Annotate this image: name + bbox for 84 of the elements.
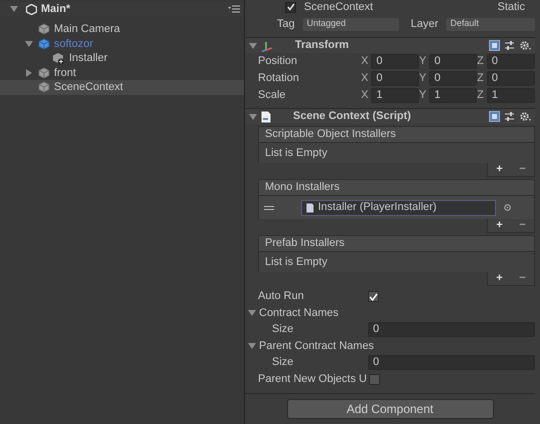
component-header[interactable]: Transform — [245, 37, 535, 53]
axes-icon — [261, 40, 273, 52]
expand-arrow-icon[interactable] — [248, 342, 256, 350]
property-label: Parent New Objects U — [258, 372, 368, 388]
axis-label: Z — [477, 88, 484, 104]
number-field[interactable]: 1 — [371, 88, 419, 103]
list-header: Prefab Installers — [258, 235, 535, 252]
property-label: Size — [272, 322, 294, 338]
sliders-icon[interactable] — [504, 40, 515, 51]
add-item-button[interactable]: + — [496, 161, 503, 178]
scene-name: Main* — [41, 2, 70, 17]
cube-icon — [38, 23, 50, 36]
script-file-icon — [261, 110, 271, 122]
axis-label: Y — [419, 71, 426, 86]
cube-icon — [38, 38, 50, 50]
checkbox[interactable] — [368, 374, 380, 385]
axis-label: Y — [419, 88, 426, 104]
number-field[interactable]: 0 — [486, 54, 535, 69]
number-field[interactable]: 0 — [368, 322, 535, 337]
add-item-button[interactable]: + — [496, 217, 503, 234]
number-field[interactable]: 0 — [371, 54, 419, 69]
collapse-arrow-icon[interactable] — [25, 68, 33, 77]
list-header: Scriptable Object Installers — [258, 126, 535, 143]
property-label: Auto Run — [258, 289, 305, 304]
expand-arrow-icon[interactable] — [249, 112, 257, 120]
checkbox[interactable] — [368, 291, 379, 302]
component-header[interactable]: Scene Context (Script) — [245, 108, 535, 124]
axis-label: X — [361, 54, 368, 70]
menu-icon[interactable] — [228, 5, 240, 13]
layer-dropdown[interactable]: Default — [446, 18, 535, 30]
settings-icon[interactable] — [519, 111, 531, 122]
number-field[interactable]: 0 — [371, 71, 419, 86]
static-label: Static — [497, 0, 525, 15]
axis-label: Z — [477, 54, 484, 70]
number-field[interactable]: 0 — [486, 71, 535, 86]
property-label: Position — [258, 54, 298, 70]
layer-label: Layer — [410, 16, 438, 32]
expand-arrow-icon[interactable] — [10, 5, 18, 13]
checkmark-icon — [369, 292, 378, 300]
cube-icon — [38, 66, 50, 79]
number-field[interactable]: 0 — [429, 54, 477, 69]
foldout[interactable]: Parent Contract Names — [245, 338, 535, 354]
expand-arrow-icon[interactable] — [248, 309, 256, 317]
active-checkbox[interactable] — [285, 2, 296, 12]
remove-item-button[interactable]: − — [519, 217, 526, 234]
component-title: Transform — [295, 38, 349, 54]
tag-dropdown[interactable]: Untagged — [302, 18, 399, 30]
expand-arrow-icon[interactable] — [249, 42, 257, 50]
expand-arrow-icon[interactable] — [25, 40, 33, 48]
property-label: Rotation — [258, 71, 300, 86]
empty-list-text: List is Empty — [264, 146, 328, 161]
property-label: Scale — [258, 88, 287, 104]
hierarchy-item[interactable]: Main Camera — [0, 22, 244, 36]
axis-label: Y — [419, 54, 426, 70]
cube-plus-icon — [52, 52, 65, 65]
cube-icon — [38, 81, 50, 94]
component-title: Scene Context (Script) — [293, 109, 411, 124]
number-field[interactable]: 0 — [368, 355, 535, 370]
object-name: SceneContext — [304, 0, 374, 15]
drag-handle-icon[interactable] — [264, 206, 274, 210]
checkmark-icon — [286, 3, 294, 11]
add-component-button[interactable]: Add Component — [286, 399, 494, 419]
hierarchy-item[interactable]: SceneContext — [0, 80, 244, 94]
object-field[interactable]: Installer (PlayerInstaller) — [301, 200, 496, 216]
number-field[interactable]: 1 — [486, 88, 535, 103]
axis-label: Z — [477, 71, 484, 86]
empty-list-text: List is Empty — [264, 254, 328, 270]
settings-icon[interactable] — [519, 40, 531, 51]
object-picker-icon[interactable] — [504, 204, 511, 211]
property-label: Size — [272, 355, 294, 370]
add-item-button[interactable]: + — [496, 270, 503, 287]
tag-label: Tag — [277, 16, 295, 32]
sliders-icon[interactable] — [504, 111, 515, 122]
number-field[interactable]: 0 — [429, 71, 477, 86]
script-file-icon — [306, 202, 314, 212]
foldout[interactable]: Contract Names — [245, 305, 535, 321]
axis-label: X — [361, 71, 368, 86]
hierarchy-item[interactable]: front — [0, 66, 244, 80]
list-header: Mono Installers — [258, 179, 535, 196]
remove-item-button[interactable]: − — [519, 161, 526, 178]
remove-item-button[interactable]: − — [519, 270, 526, 287]
axis-label: X — [361, 88, 368, 104]
hierarchy-item[interactable]: Installer — [0, 51, 244, 66]
number-field[interactable]: 1 — [429, 88, 477, 103]
